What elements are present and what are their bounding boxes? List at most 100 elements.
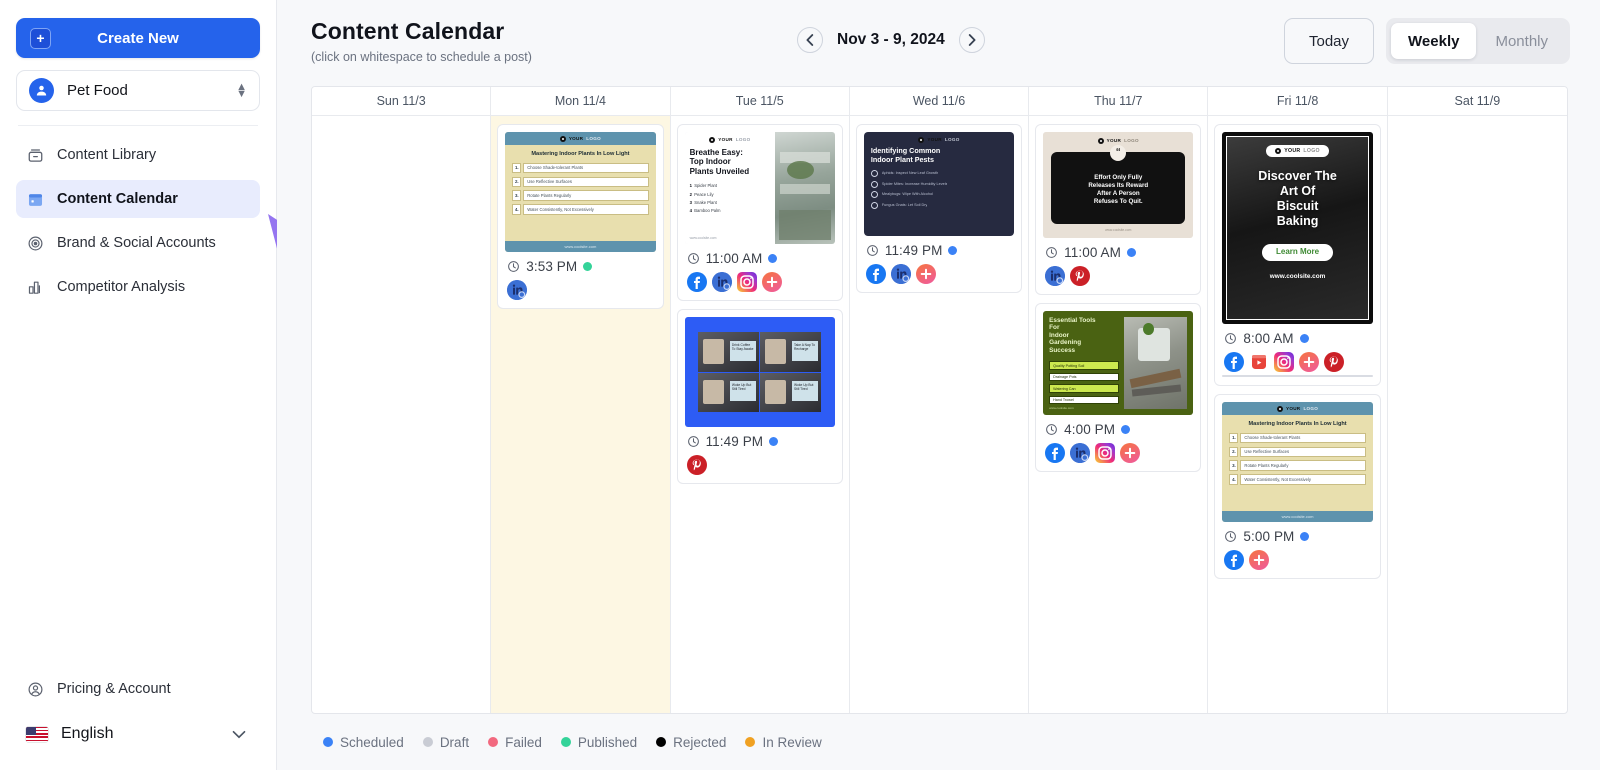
- tab-monthly[interactable]: Monthly: [1478, 23, 1565, 59]
- sidebar-item-brand-social-accounts[interactable]: Brand & Social Accounts: [16, 224, 260, 262]
- sidebar-divider: [18, 125, 258, 126]
- app-root: + Create New Pet Food ▲ ▼ Content Library: [0, 0, 1600, 770]
- library-icon: [26, 146, 45, 165]
- day-header: Wed 11/6: [849, 87, 1029, 116]
- legend-item: Draft: [422, 734, 470, 750]
- linkedin-icon: [1070, 443, 1091, 463]
- post-card[interactable]: Drink Coffee To Stay Awake Take A Nap To …: [676, 309, 843, 484]
- day-header: Thu 11/7: [1029, 87, 1208, 116]
- day-body[interactable]: YOUR LOGO Breathe Easy: Top Indoor Plants U…: [671, 116, 849, 713]
- day-body[interactable]: [1388, 116, 1567, 713]
- legend-item: Scheduled: [323, 735, 404, 750]
- status-badge: [583, 262, 593, 271]
- chevron-left-icon[interactable]: [797, 27, 823, 53]
- calendar-day-column[interactable]: Mon 11/4 YOUR LOGO Mastering Indoor Plants …: [491, 87, 671, 713]
- legend-label: Failed: [505, 734, 542, 750]
- day-body[interactable]: YOUR LOGO Mastering Indoor Plants In Low L…: [491, 116, 670, 713]
- post-card[interactable]: YOUR LOGO Mastering Indoor Plants In Low L…: [497, 124, 664, 309]
- clock-icon: [1224, 530, 1237, 543]
- sidebar-item-label: Content Calendar: [57, 191, 178, 207]
- post-card[interactable]: YOUR LOGO Breathe Easy: Top Indoor Plants U…: [676, 124, 843, 301]
- sidebar-item-content-calendar[interactable]: Content Calendar: [16, 180, 260, 218]
- post-thumbnail: Essential Tools For Indoor Gardening Success…: [1043, 311, 1194, 415]
- post-thumbnail: YOUR LOGO Discover The Art Of Biscuit Baking L…: [1222, 132, 1373, 324]
- instagram-icon: [1274, 352, 1295, 372]
- post-time: 4:00 PM: [1064, 422, 1116, 437]
- week-navigator: Nov 3 - 9, 2024: [797, 27, 985, 53]
- calendar-wrapper: Sun 11/3 Mon 11/4 YOUR LOGO Mastering Indoor…: [311, 86, 1568, 770]
- pinterest-icon: [1324, 352, 1345, 372]
- today-button[interactable]: Today: [1284, 18, 1375, 64]
- day-header: Sun 11/3: [312, 87, 491, 116]
- instagram-icon: [736, 272, 757, 292]
- post-meta: 11:00 AM: [685, 251, 835, 266]
- legend-label: In Review: [762, 734, 822, 750]
- post-card[interactable]: YOUR LOGO “Effort Only Fully Releases Its R…: [1035, 124, 1202, 295]
- post-card[interactable]: YOUR LOGO Identifying Common Indoor Plant P…: [855, 124, 1023, 293]
- legend-label: Draft: [439, 734, 470, 750]
- sidebar-item-pricing-account[interactable]: Pricing & Account: [16, 670, 260, 708]
- status-badge: [1126, 248, 1136, 257]
- post-time: 5:00 PM: [1243, 529, 1295, 544]
- post-card[interactable]: YOUR LOGO Mastering Indoor Plants In Low L…: [1214, 394, 1381, 579]
- legend-label: Scheduled: [340, 734, 404, 750]
- post-time: 3:53 PM: [526, 259, 578, 274]
- post-networks: [1043, 443, 1193, 463]
- day-header: Sat 11/9: [1387, 87, 1567, 116]
- sidebar-nav: Content Library Content Calendar Brand &…: [16, 136, 260, 312]
- more-icon: [1299, 352, 1320, 372]
- clock-icon: [866, 244, 879, 257]
- calendar-day-column[interactable]: Wed 11/6 YOUR LOGO Identifying Common Indoor…: [849, 87, 1030, 713]
- post-card[interactable]: Essential Tools For Indoor Gardening Success…: [1035, 303, 1202, 472]
- chevron-right-icon[interactable]: [958, 27, 985, 53]
- calendar-day-column[interactable]: Thu 11/7 YOUR LOGO “Effort Only Fully Releas…: [1029, 87, 1209, 713]
- view-controls: Today Weekly Monthly: [1284, 18, 1570, 64]
- status-badge: [948, 246, 958, 255]
- clock-icon: [687, 435, 700, 448]
- page-subtitle: (click on whitespace to schedule a post): [311, 50, 532, 64]
- clock-icon: [687, 252, 700, 265]
- sidebar-item-label: Brand & Social Accounts: [57, 235, 216, 251]
- tab-weekly[interactable]: Weekly: [1391, 23, 1477, 59]
- day-body[interactable]: [312, 116, 490, 713]
- day-body[interactable]: YOUR LOGO Discover The Art Of Biscuit Baking L…: [1208, 116, 1386, 713]
- linkedin-icon: [507, 280, 528, 300]
- clock-icon: [1224, 332, 1237, 345]
- page-title: Content Calendar: [311, 18, 505, 44]
- legend-item: Rejected: [656, 735, 726, 750]
- language-selector[interactable]: English: [16, 714, 260, 754]
- post-time: 11:49 PM: [884, 243, 943, 258]
- calendar-day-column[interactable]: Sun 11/3: [312, 87, 492, 713]
- sidebar-item-label: Content Library: [57, 147, 157, 163]
- calendar-day-column[interactable]: Tue 11/5 YOUR LOGO Breathe Easy: Top Indoor…: [670, 87, 850, 713]
- post-meta: 11:00 AM: [1043, 245, 1193, 260]
- language-label: English: [61, 725, 114, 742]
- post-thumbnail: YOUR LOGO Breathe Easy: Top Indoor Plants U…: [684, 132, 835, 244]
- sidebar-item-content-library[interactable]: Content Library: [16, 136, 260, 174]
- post-card[interactable]: YOUR LOGO Discover The Art Of Biscuit Baking L…: [1214, 124, 1381, 386]
- post-time: 11:00 AM: [705, 251, 763, 266]
- post-networks: [864, 264, 1014, 284]
- plus-icon: +: [30, 27, 51, 49]
- calendar-day-column[interactable]: Fri 11/8 YOUR LOGO Discover The Art Of Biscui…: [1208, 87, 1388, 713]
- sidebar-item-label: Pricing & Account: [57, 681, 171, 697]
- calendar-icon: [26, 190, 45, 209]
- chevron-updown-icon: ▲ ▼: [236, 80, 247, 100]
- day-header: Fri 11/8: [1208, 87, 1387, 116]
- network-overflow-indicator: [1222, 375, 1373, 377]
- facebook-icon: [1224, 550, 1245, 570]
- brand-switcher[interactable]: Pet Food ▲ ▼: [16, 70, 260, 111]
- post-meta: 3:53 PM: [505, 259, 655, 274]
- day-body[interactable]: YOUR LOGO “Effort Only Fully Releases Its R…: [1029, 116, 1207, 713]
- post-time: 11:00 AM: [1064, 245, 1121, 260]
- calendar-day-column[interactable]: Sat 11/9: [1387, 87, 1567, 713]
- chevron-down-icon: [232, 727, 246, 742]
- legend-item: Published: [560, 735, 637, 750]
- create-new-button[interactable]: + Create New: [16, 18, 260, 58]
- day-body[interactable]: YOUR LOGO Identifying Common Indoor Plant P…: [850, 116, 1028, 713]
- status-badge: [768, 254, 778, 263]
- instagram-icon: [1095, 443, 1116, 463]
- sidebar-item-competitor-analysis[interactable]: Competitor Analysis: [16, 268, 260, 306]
- legend-dot: [323, 737, 333, 747]
- post-time: 11:49 PM: [705, 434, 764, 449]
